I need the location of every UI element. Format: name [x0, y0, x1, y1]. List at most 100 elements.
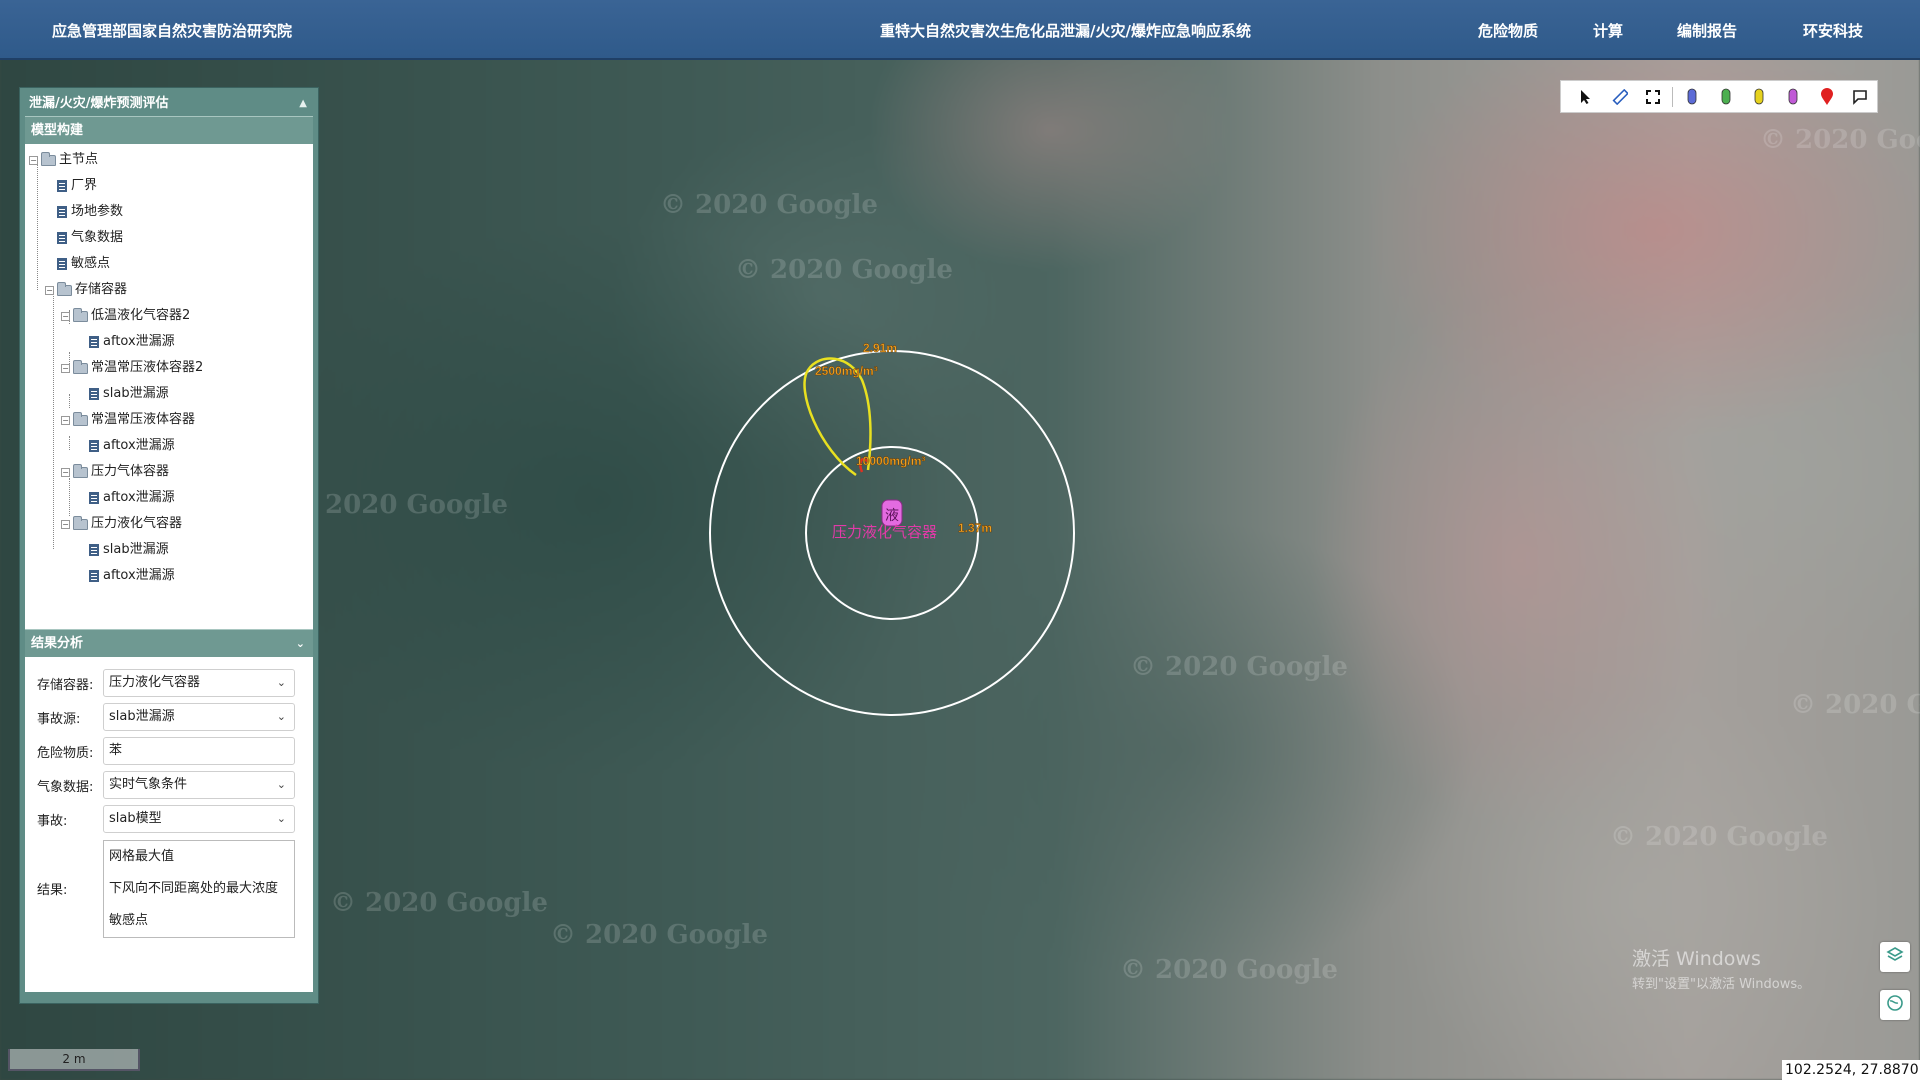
weather-value: 实时气象条件 — [109, 777, 188, 792]
tree-label: 敏感点 — [71, 256, 111, 271]
nav-hazardous-substances[interactable]: 危险物质 — [1478, 20, 1538, 41]
globe-button[interactable] — [1880, 990, 1910, 1020]
tree-node-container[interactable]: − 常温常压液体容器2 — [61, 358, 203, 378]
activate-title: 激活 Windows — [1632, 948, 1761, 970]
chevron-down-icon[interactable]: ⌄ — [296, 630, 305, 658]
file-icon — [89, 336, 99, 348]
file-icon — [57, 180, 67, 192]
map-toolbar — [1560, 80, 1878, 113]
red-pin-icon[interactable] — [1810, 83, 1844, 111]
weather-row: 气象数据: 实时气象条件 ⌄ — [37, 771, 295, 799]
collapse-toggle-icon[interactable]: − — [29, 155, 38, 165]
weather-select[interactable]: 实时气象条件 ⌄ — [103, 771, 295, 799]
container-select[interactable]: 压力液化气容器 ⌄ — [103, 669, 295, 697]
substance-value: 苯 — [109, 743, 123, 758]
tree-node-container[interactable]: − 压力液化气容器 — [61, 514, 182, 534]
tree-node-container[interactable]: − 常温常压液体容器 — [61, 410, 195, 430]
weather-label: 气象数据: — [37, 779, 94, 795]
collapse-up-icon[interactable]: ▲ — [299, 91, 307, 116]
file-icon — [89, 388, 99, 400]
contour-high-label: 10000mg/m³ — [856, 454, 925, 468]
tree-node-sensitive-points[interactable]: 敏感点 — [57, 254, 110, 274]
tree-label: 气象数据 — [71, 230, 124, 245]
source-value: slab泄漏源 — [109, 709, 175, 724]
purple-marker-icon[interactable] — [1776, 83, 1810, 111]
container-row: 存储容器: 压力液化气容器 ⌄ — [37, 669, 295, 697]
substance-row: 危险物质: 苯 — [37, 737, 295, 765]
result-label: 结果: — [37, 883, 68, 898]
file-icon — [57, 232, 67, 244]
tree-node-container[interactable]: − 压力气体容器 — [61, 462, 169, 482]
panel-title: 泄漏/火灾/爆炸预测评估 ▲ — [25, 91, 313, 116]
chevron-down-icon: ⌄ — [276, 676, 286, 689]
layers-icon — [1886, 946, 1904, 968]
collapse-toggle-icon[interactable]: − — [61, 363, 70, 373]
tree-node-leak-source[interactable]: aftox泄漏源 — [89, 488, 175, 508]
pointer-icon[interactable] — [1569, 83, 1603, 111]
folder-icon — [73, 359, 88, 374]
chevron-down-icon: ⌄ — [276, 710, 286, 723]
globe-icon — [1886, 994, 1904, 1016]
model-section-header[interactable]: 模型构建 — [25, 116, 313, 144]
collapse-toggle-icon[interactable]: − — [61, 519, 70, 529]
nav-compile-report[interactable]: 编制报告 — [1677, 20, 1737, 41]
tree-label: 厂界 — [71, 178, 98, 193]
tree-node-leak-source[interactable]: slab泄漏源 — [89, 540, 169, 560]
file-icon — [89, 570, 99, 582]
system-title: 重特大自然灾害次生危化品泄漏/火灾/爆炸应急响应系统 — [880, 22, 1251, 40]
chevron-down-icon: ⌄ — [276, 778, 286, 791]
result-item-downwind-max[interactable]: 下风向不同距离处的最大浓度 — [109, 877, 289, 909]
substance-input[interactable]: 苯 — [103, 737, 295, 765]
tree-label: slab泄漏源 — [103, 542, 169, 557]
tree-node-container[interactable]: − 低温液化气容器2 — [61, 306, 190, 326]
blue-marker-icon[interactable] — [1675, 83, 1709, 111]
result-section-title: 结果分析 — [31, 636, 84, 651]
nav-huanan-tech[interactable]: 环安科技 — [1803, 20, 1863, 41]
tree-node-root[interactable]: − 主节点 — [29, 150, 98, 170]
collapse-toggle-icon[interactable]: − — [61, 311, 70, 321]
accident-select[interactable]: slab模型 ⌄ — [103, 805, 295, 833]
folder-icon — [41, 151, 56, 166]
collapse-toggle-icon[interactable]: − — [61, 467, 70, 477]
toolbar-divider — [1672, 86, 1673, 107]
yellow-marker-icon[interactable] — [1742, 83, 1776, 111]
panel-title-text: 泄漏/火灾/爆炸预测评估 — [29, 96, 169, 111]
tree-label: aftox泄漏源 — [103, 438, 175, 453]
folder-icon — [73, 307, 88, 322]
tree-node-weather-data[interactable]: 气象数据 — [57, 228, 123, 248]
fullscreen-icon[interactable] — [1636, 83, 1670, 111]
collapse-toggle-icon[interactable]: − — [61, 415, 70, 425]
tree-node-plant-boundary[interactable]: 厂界 — [57, 176, 97, 196]
tree-node-leak-source[interactable]: aftox泄漏源 — [89, 332, 175, 352]
tree-label: aftox泄漏源 — [103, 490, 175, 505]
tree-label: 常温常压液体容器2 — [91, 360, 204, 375]
result-section-header[interactable]: 结果分析 ⌄ — [25, 629, 313, 657]
result-item-grid-max[interactable]: 网格最大值 — [109, 845, 289, 877]
container-label: 存储容器: — [37, 677, 94, 693]
tree-node-storage[interactable]: − 存储容器 — [45, 280, 127, 300]
activate-subtitle: 转到"设置"以激活 Windows。 — [1632, 977, 1811, 992]
tree-label: aftox泄漏源 — [103, 334, 175, 349]
ruler-icon[interactable] — [1603, 83, 1637, 111]
flag-icon[interactable] — [1843, 83, 1877, 111]
tree-node-leak-source[interactable]: aftox泄漏源 — [89, 566, 175, 586]
tree-node-site-params[interactable]: 场地参数 — [57, 202, 123, 222]
source-select[interactable]: slab泄漏源 ⌄ — [103, 703, 295, 731]
collapse-toggle-icon[interactable]: − — [45, 285, 54, 295]
folder-icon — [73, 411, 88, 426]
layers-button[interactable] — [1880, 942, 1910, 972]
model-tree: − 主节点 厂界 场地参数 气象数据 敏感点 − 存储容器 − 低温液化气容器2… — [25, 144, 313, 629]
windows-activation-watermark: 激活 Windows 转到"设置"以激活 Windows。 — [1632, 944, 1810, 992]
nav-calculate[interactable]: 计算 — [1593, 20, 1623, 41]
accident-row: 事故: slab模型 ⌄ — [37, 805, 295, 833]
accident-label: 事故: — [37, 813, 68, 829]
tree-node-leak-source[interactable]: slab泄漏源 — [89, 384, 169, 404]
tree-node-leak-source[interactable]: aftox泄漏源 — [89, 436, 175, 456]
file-icon — [89, 544, 99, 556]
org-title: 应急管理部国家自然灾害防治研究院 — [52, 22, 293, 40]
model-section-title: 模型构建 — [31, 123, 84, 138]
result-item-sensitive-points[interactable]: 敏感点 — [109, 909, 289, 941]
substance-label: 危险物质: — [37, 745, 94, 761]
top-header: 应急管理部国家自然灾害防治研究院 重特大自然灾害次生危化品泄漏/火灾/爆炸应急响… — [0, 0, 1920, 60]
green-marker-icon[interactable] — [1709, 83, 1743, 111]
